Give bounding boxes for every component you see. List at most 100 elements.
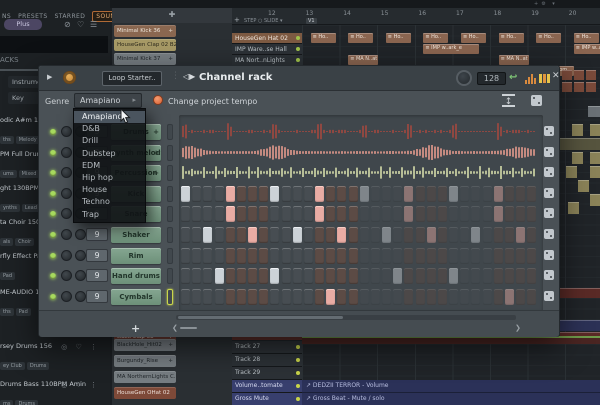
window-menu-arrow-icon[interactable]: ▶: [47, 73, 52, 81]
editor-target-selector[interactable]: [167, 145, 173, 161]
step-cell[interactable]: [304, 248, 313, 264]
step-cell[interactable]: [449, 206, 458, 222]
scrollbar-thumb[interactable]: [178, 316, 343, 319]
step-cell[interactable]: [505, 186, 514, 202]
genre-menu-item[interactable]: Trap: [74, 209, 145, 221]
step-cell[interactable]: [382, 268, 391, 284]
step-cell[interactable]: [416, 227, 425, 243]
close-icon[interactable]: ✕: [552, 71, 560, 81]
step-cell[interactable]: [349, 206, 358, 222]
step-cell[interactable]: [449, 268, 458, 284]
step-cell[interactable]: [471, 248, 480, 264]
step-cell[interactable]: [248, 248, 257, 264]
background-clip[interactable]: [586, 82, 596, 92]
heart-icon[interactable]: ♡: [77, 20, 84, 29]
step-cell[interactable]: [293, 289, 302, 305]
swing-amount-knob[interactable]: [456, 70, 472, 86]
channel-value-box[interactable]: 9: [86, 290, 108, 303]
step-cell[interactable]: [304, 227, 313, 243]
genre-menu-item[interactable]: Amapiano: [74, 111, 145, 123]
genre-menu-item[interactable]: Drill: [74, 135, 145, 147]
randomize-dice-icon[interactable]: [544, 167, 554, 177]
step-cell[interactable]: [304, 206, 313, 222]
step-cell[interactable]: [226, 289, 235, 305]
genre-menu-item[interactable]: Hip hop: [74, 172, 145, 184]
channel-enable-led[interactable]: [50, 191, 56, 197]
step-cell[interactable]: [181, 248, 190, 264]
editor-target-selector[interactable]: [167, 248, 173, 264]
playlist-grid-bottom[interactable]: [302, 344, 600, 380]
editor-target-selector[interactable]: [167, 165, 173, 181]
scroll-left-icon[interactable]: ❮: [172, 324, 178, 332]
step-cell[interactable]: [192, 206, 201, 222]
step-cell[interactable]: [181, 186, 190, 202]
randomize-all-dice-icon[interactable]: [531, 95, 542, 106]
step-cell[interactable]: [293, 206, 302, 222]
background-clip[interactable]: [562, 82, 572, 92]
channel-enable-led[interactable]: [50, 170, 56, 176]
step-cell[interactable]: [393, 268, 402, 284]
step-cell[interactable]: [326, 248, 335, 264]
change-tempo-button[interactable]: Change project tempo: [168, 97, 257, 106]
step-cell[interactable]: [460, 186, 469, 202]
background-clip[interactable]: [574, 70, 584, 80]
step-cell[interactable]: [181, 268, 190, 284]
playlist-track-label[interactable]: Track 28: [232, 354, 302, 367]
step-cell[interactable]: [349, 227, 358, 243]
channel-enable-led[interactable]: [50, 211, 56, 217]
pattern-clip[interactable]: ≡ Ho..: [348, 33, 373, 43]
background-clip[interactable]: [572, 124, 583, 136]
step-cell[interactable]: [438, 206, 447, 222]
channel-value-box[interactable]: 9: [86, 228, 108, 241]
step-cell[interactable]: [270, 206, 279, 222]
resize-channels-icon[interactable]: ↕: [502, 94, 515, 107]
swing-knob-icon[interactable]: [63, 71, 76, 84]
step-cell[interactable]: [270, 248, 279, 264]
step-cell[interactable]: [315, 289, 324, 305]
track-enable-dot[interactable]: [296, 371, 300, 375]
volume-knob[interactable]: [75, 291, 86, 302]
step-cell[interactable]: [226, 186, 235, 202]
step-cell[interactable]: [382, 206, 391, 222]
step-cell[interactable]: [471, 289, 480, 305]
step-cell[interactable]: [181, 206, 190, 222]
step-cell[interactable]: [449, 186, 458, 202]
track-enable-dot[interactable]: [296, 358, 300, 362]
randomize-dice-icon[interactable]: [544, 250, 554, 260]
pattern-clip[interactable]: ≡ MA N..at: [348, 55, 378, 65]
step-cell[interactable]: [438, 268, 447, 284]
pattern-clip[interactable]: ≡ Ho..: [311, 33, 336, 43]
step-cell[interactable]: [427, 289, 436, 305]
step-cell[interactable]: [270, 268, 279, 284]
background-clip[interactable]: [562, 70, 572, 80]
pan-knob[interactable]: [61, 208, 72, 219]
step-cell[interactable]: [248, 268, 257, 284]
background-clip[interactable]: [574, 82, 584, 92]
step-cell[interactable]: [371, 227, 380, 243]
automation-clip[interactable]: ↗ Gross Beat - Mute / solo: [302, 393, 600, 405]
step-cell[interactable]: [248, 227, 257, 243]
bg-channel-button[interactable]: Minimal Kick 36+: [114, 25, 176, 37]
horizontal-scrollbar[interactable]: [176, 315, 516, 320]
step-cell[interactable]: [349, 248, 358, 264]
step-cell[interactable]: [293, 268, 302, 284]
step-cell[interactable]: [304, 268, 313, 284]
bg-channel-button[interactable]: HouseGen OHat 02+: [114, 387, 176, 399]
step-cell[interactable]: [494, 206, 503, 222]
step-cell[interactable]: [270, 289, 279, 305]
step-cell[interactable]: [404, 206, 413, 222]
background-clip[interactable]: [572, 152, 583, 164]
background-clip[interactable]: [590, 124, 600, 136]
pan-knob[interactable]: [61, 188, 72, 199]
step-cell[interactable]: [248, 186, 257, 202]
background-clip[interactable]: [588, 106, 600, 117]
randomize-dice-icon[interactable]: [544, 291, 554, 301]
channel-enable-led[interactable]: [50, 273, 56, 279]
randomize-dice-icon[interactable]: [544, 147, 554, 157]
step-cell[interactable]: [326, 206, 335, 222]
step-cell[interactable]: [226, 206, 235, 222]
background-clip[interactable]: [586, 70, 596, 80]
undo-icon[interactable]: ↩: [509, 72, 517, 83]
track-enable-dot[interactable]: [296, 384, 300, 388]
editor-target-selector[interactable]: [167, 124, 173, 140]
